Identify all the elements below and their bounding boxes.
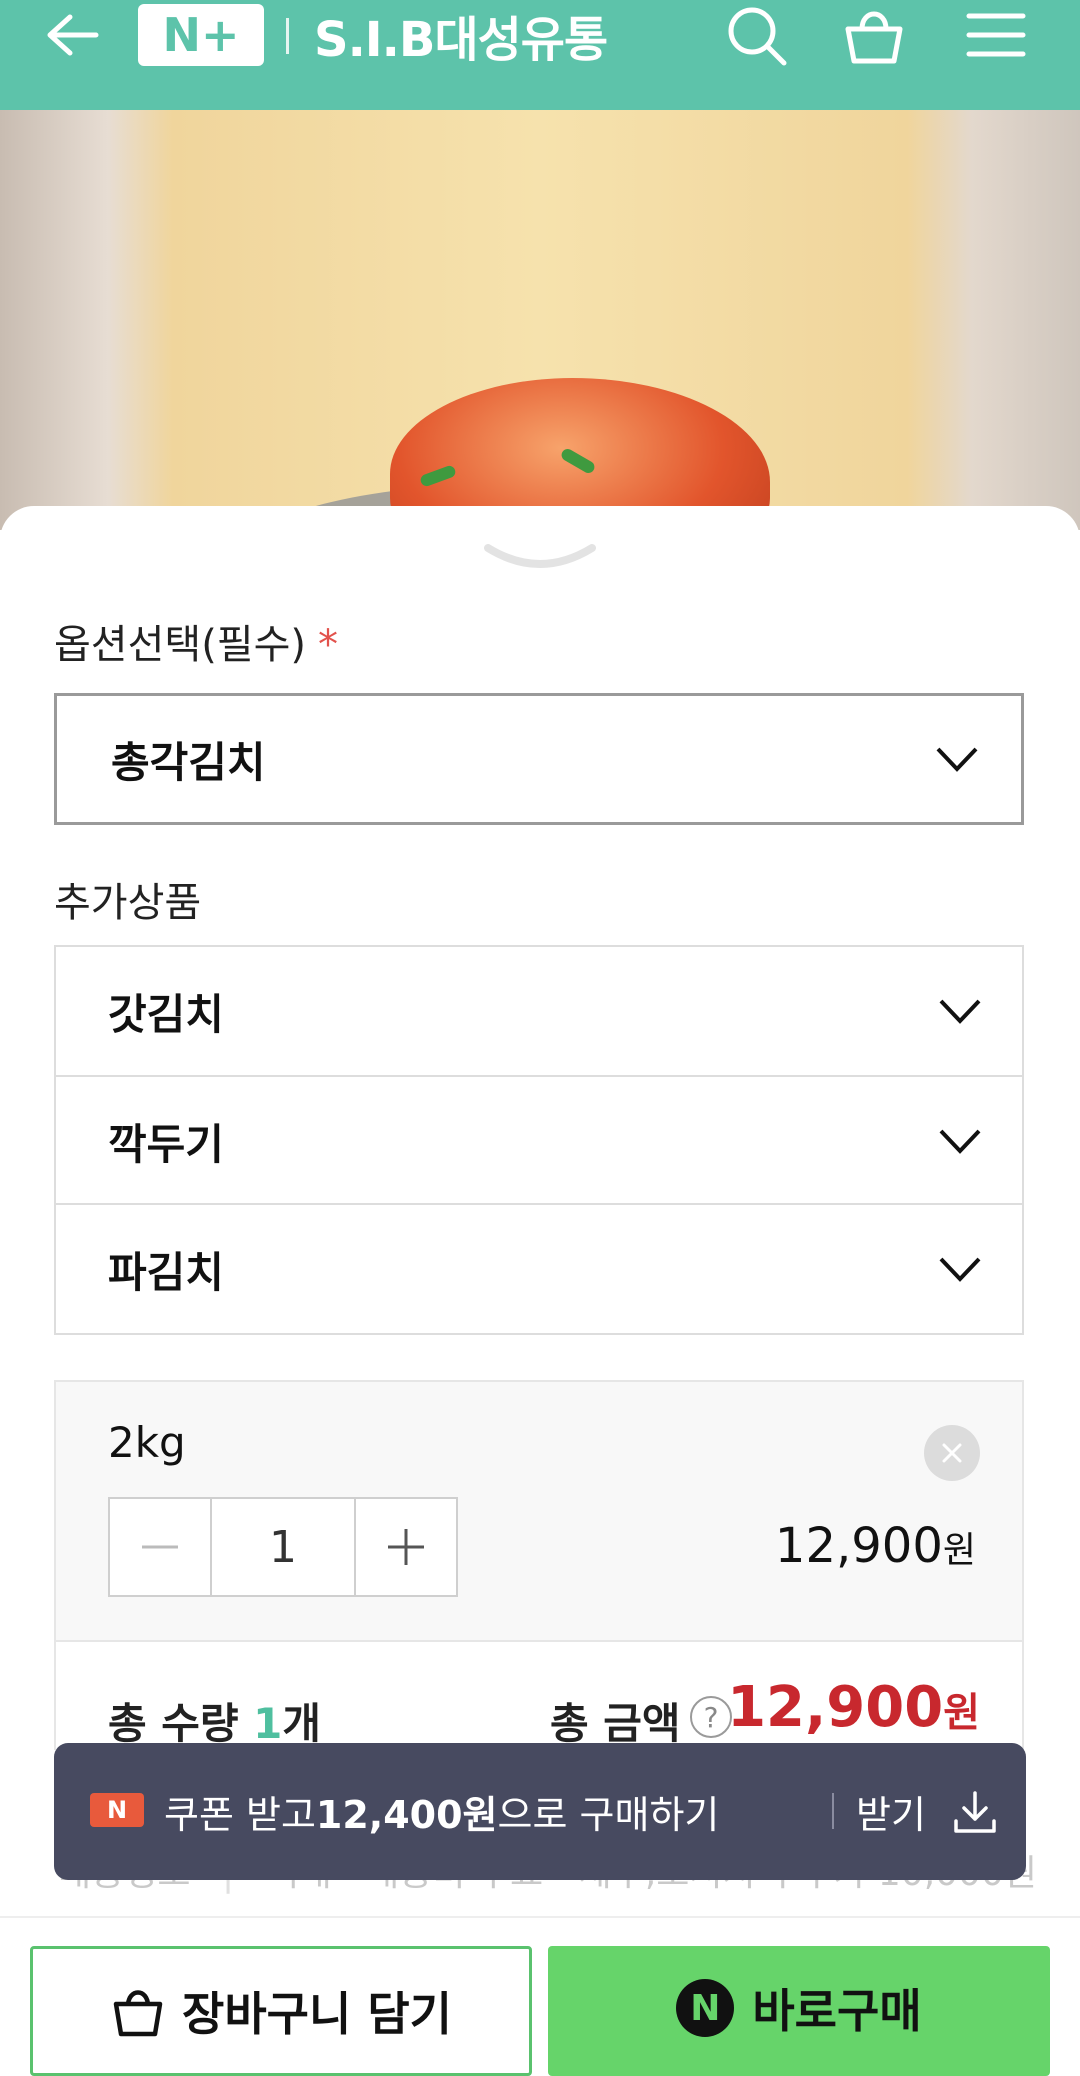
chevron-down-icon bbox=[939, 999, 981, 1024]
add-to-cart-label: 장바구니 담기 bbox=[182, 1987, 452, 2041]
additional-item[interactable]: 갓김치 bbox=[56, 947, 1022, 1075]
option-select[interactable]: 총각김치 bbox=[54, 693, 1024, 825]
shopping-basket-icon[interactable] bbox=[838, 0, 910, 70]
chevron-down-icon bbox=[939, 1257, 981, 1282]
hamburger-menu-icon[interactable] bbox=[960, 0, 1032, 70]
sheet-collapse-handle[interactable] bbox=[482, 540, 598, 576]
option-price-currency: 원 bbox=[942, 1530, 976, 1571]
additional-item-label: 깍두기 bbox=[108, 1119, 224, 1169]
additional-item-label: 갓김치 bbox=[108, 989, 224, 1039]
total-quantity-label: 총 수량 bbox=[108, 1699, 239, 1748]
total-amount: 12,900원 bbox=[727, 1675, 980, 1740]
coupon-text-after: 으로 구매하기 bbox=[497, 1793, 720, 1837]
plus-icon bbox=[388, 1529, 424, 1565]
coupon-text-before: 쿠폰 받고 bbox=[164, 1793, 316, 1837]
coupon-banner[interactable]: N 쿠폰 받고 12,400원 으로 구매하기 받기 bbox=[54, 1743, 1026, 1880]
nplus-logo[interactable]: N+ bbox=[138, 4, 264, 66]
increase-quantity-button[interactable] bbox=[356, 1499, 456, 1595]
download-icon[interactable] bbox=[952, 1789, 998, 1835]
additional-item[interactable]: 파김치 bbox=[56, 1203, 1022, 1333]
coupon-amount: 12,400원 bbox=[315, 1793, 498, 1837]
option-label-text: 옵션선택(필수) bbox=[54, 622, 307, 668]
required-mark: * bbox=[318, 622, 339, 668]
product-image bbox=[0, 110, 1080, 530]
brand-name[interactable]: S.I.B대성유통 bbox=[314, 0, 608, 70]
chevron-down-icon bbox=[939, 1129, 981, 1154]
option-label: 옵션선택(필수) * bbox=[54, 612, 338, 670]
quantity-value[interactable]: 1 bbox=[210, 1499, 356, 1595]
top-bar: N+ S.I.B대성유통 bbox=[0, 0, 1080, 110]
remove-option-button[interactable] bbox=[924, 1425, 980, 1481]
quantity-stepper: 1 bbox=[108, 1497, 458, 1597]
selected-option-name: 2kg bbox=[108, 1418, 186, 1467]
naver-pay-icon: N bbox=[676, 1979, 735, 2037]
additional-item-label: 파김치 bbox=[108, 1247, 224, 1297]
coupon-divider bbox=[832, 1793, 834, 1829]
option-select-value: 총각김치 bbox=[111, 737, 266, 787]
search-icon[interactable] bbox=[720, 0, 792, 70]
minus-icon bbox=[142, 1545, 178, 1549]
logo-text: N+ bbox=[162, 8, 240, 62]
help-icon[interactable]: ? bbox=[690, 1696, 732, 1738]
additional-item[interactable]: 깍두기 bbox=[56, 1075, 1022, 1205]
back-arrow-icon[interactable] bbox=[40, 0, 104, 70]
additional-label: 추가상품 bbox=[54, 880, 202, 926]
option-price-value: 12,900 bbox=[774, 1518, 943, 1574]
naver-coupon-badge: N bbox=[90, 1793, 144, 1827]
decrease-quantity-button[interactable] bbox=[110, 1499, 210, 1595]
total-quantity: 총 수량 1개 bbox=[108, 1690, 321, 1751]
total-quantity-unit: 개 bbox=[282, 1699, 322, 1748]
coupon-text: 쿠폰 받고 12,400원 으로 구매하기 bbox=[164, 1743, 719, 1880]
get-coupon-button[interactable]: 받기 bbox=[856, 1743, 926, 1880]
close-icon bbox=[942, 1443, 962, 1463]
additional-products: 갓김치 깍두기 파김치 bbox=[54, 945, 1024, 1335]
chevron-down-icon bbox=[936, 747, 978, 772]
option-price: 12,900원 bbox=[775, 1518, 976, 1574]
shopping-bag-icon bbox=[113, 1990, 163, 2037]
bottom-bar-divider bbox=[0, 1916, 1080, 1918]
total-amount-currency: 원 bbox=[943, 1690, 980, 1736]
brand-divider bbox=[286, 18, 289, 54]
buy-now-label: 바로구매 bbox=[752, 1984, 922, 2038]
total-quantity-value: 1 bbox=[253, 1699, 283, 1748]
total-amount-label: 총 금액 bbox=[550, 1699, 681, 1748]
total-amount-value: 12,900 bbox=[727, 1675, 944, 1740]
